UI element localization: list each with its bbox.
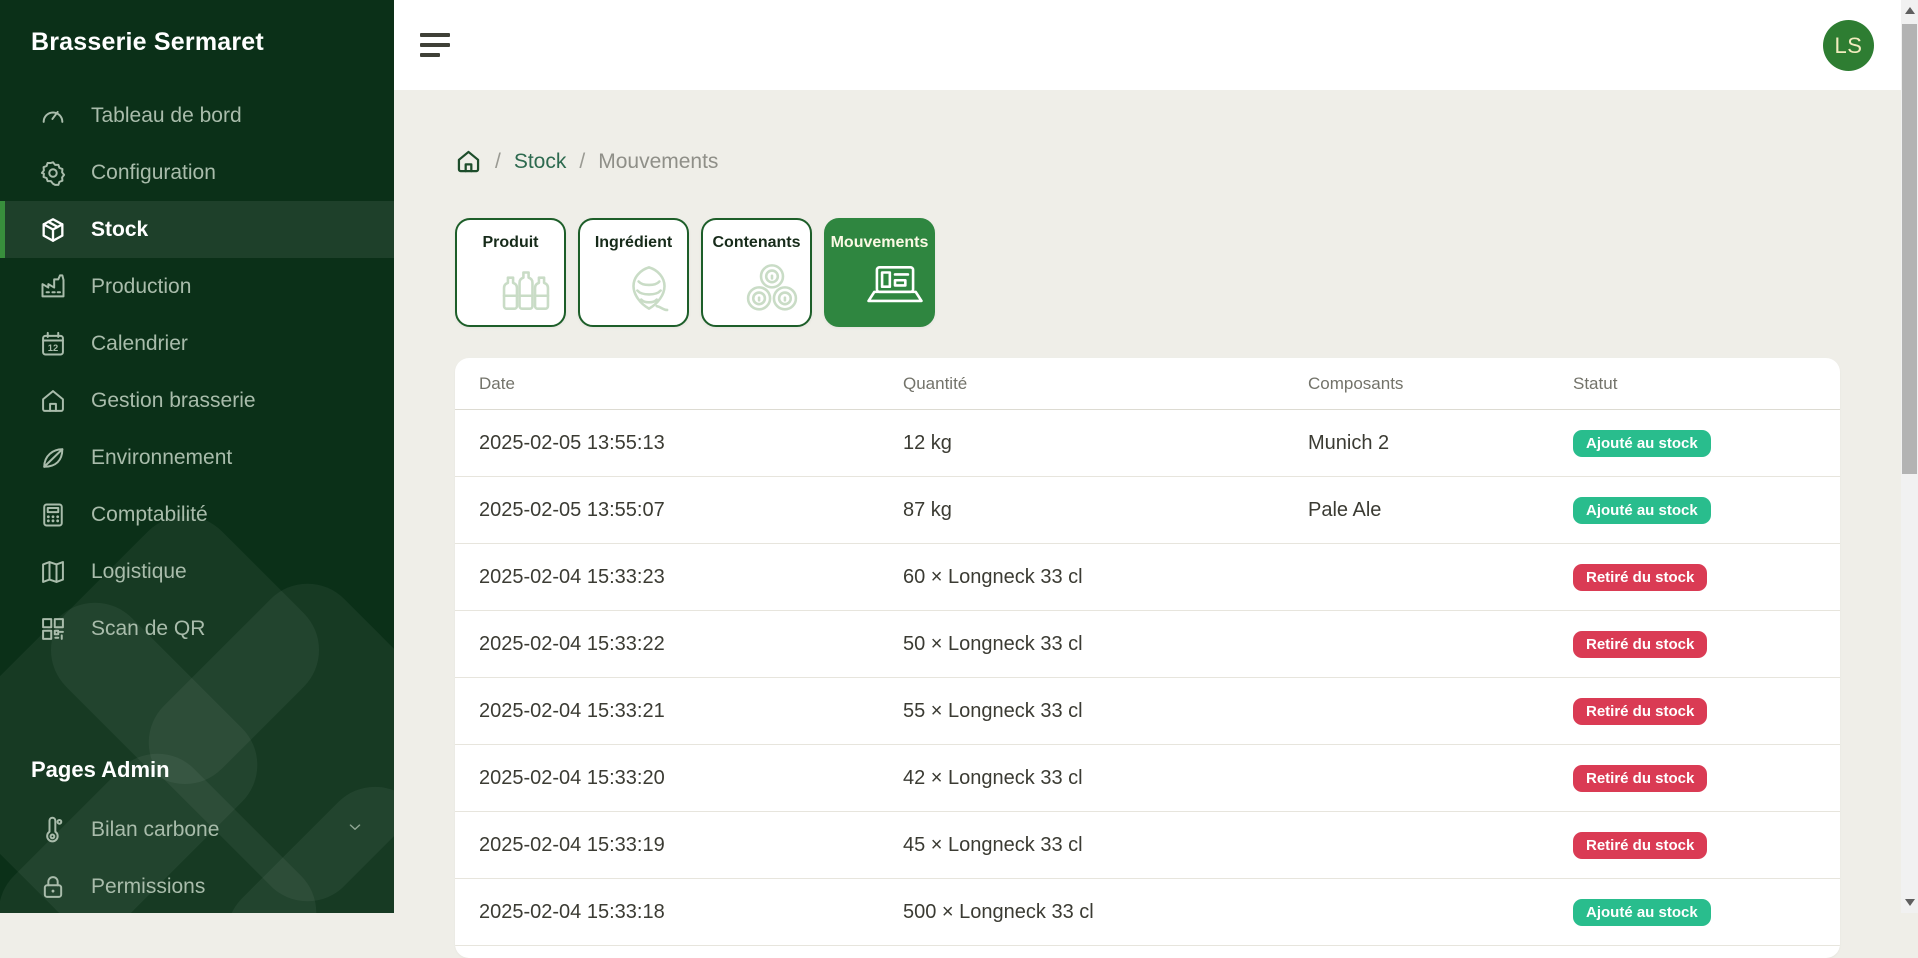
sidebar-item-tableau-de-bord[interactable]: Tableau de bord xyxy=(0,87,394,144)
calendar-icon: 12 xyxy=(38,329,68,359)
status-badge: Ajouté au stock xyxy=(1573,497,1711,524)
column-header: Quantité xyxy=(903,374,1308,394)
home-icon[interactable] xyxy=(455,148,482,175)
sidebar-item-stock[interactable]: Stock xyxy=(0,201,394,258)
table-header-row: DateQuantitéComposantsStatut xyxy=(455,358,1840,410)
scrollbar-thumb[interactable] xyxy=(1902,24,1917,474)
breadcrumb: / Stock / Mouvements xyxy=(455,148,718,175)
app-title: Brasserie Sermaret xyxy=(0,0,394,57)
cell-quantity: 50 × Longneck 33 cl xyxy=(903,633,1308,656)
bottles-icon xyxy=(495,257,557,319)
vertical-scrollbar[interactable] xyxy=(1901,0,1918,913)
thermometer-icon xyxy=(38,815,68,845)
sidebar-nav: Tableau de bordConfigurationStockProduct… xyxy=(0,87,394,657)
sidebar-item-comptabilite[interactable]: Comptabilité xyxy=(0,486,394,543)
hamburger-menu-icon[interactable] xyxy=(420,33,452,59)
table-row[interactable]: 2025-02-05 13:55:0787 kgPale AleAjouté a… xyxy=(455,477,1840,544)
home-icon xyxy=(38,386,68,416)
qr-icon xyxy=(38,614,68,644)
cell-date: 2025-02-04 15:33:21 xyxy=(479,700,903,723)
box-icon xyxy=(38,215,68,245)
tab-produit[interactable]: Produit xyxy=(455,218,566,327)
table-row[interactable]: 2025-02-04 15:33:2250 × Longneck 33 cl Re… xyxy=(455,611,1840,678)
sidebar-item-environnement[interactable]: Environnement xyxy=(0,429,394,486)
table-row[interactable]: 2025-02-04 15:33:1945 × Longneck 33 cl Re… xyxy=(455,812,1840,879)
status-badge: Ajouté au stock xyxy=(1573,899,1711,926)
breadcrumb-separator: / xyxy=(579,150,585,174)
cell-date: 2025-02-04 15:33:19 xyxy=(479,834,903,857)
status-badge: Retiré du stock xyxy=(1573,564,1707,591)
scroll-down-icon[interactable] xyxy=(1901,894,1918,911)
cell-quantity: 12 kg xyxy=(903,432,1308,455)
table-row[interactable]: 2025-02-04 15:33:2155 × Longneck 33 cl Re… xyxy=(455,678,1840,745)
sidebar-item-configuration[interactable]: Configuration xyxy=(0,144,394,201)
sidebar-item-calendrier[interactable]: 12Calendrier xyxy=(0,315,394,372)
status-badge: Ajouté au stock xyxy=(1573,430,1711,457)
lock-icon xyxy=(38,872,68,902)
breadcrumb-stock[interactable]: Stock xyxy=(514,150,567,174)
kegs-icon xyxy=(741,257,803,319)
main-content: / Stock / Mouvements ProduitIngrédientCo… xyxy=(394,90,1901,913)
gear-icon xyxy=(38,158,68,188)
cell-date: 2025-02-05 13:55:07 xyxy=(479,499,903,522)
tab-ingredient[interactable]: Ingrédient xyxy=(578,218,689,327)
cell-date: 2025-02-04 15:33:23 xyxy=(479,566,903,589)
cell-quantity: 60 × Longneck 33 cl xyxy=(903,566,1308,589)
stock-tabs: ProduitIngrédientContenantsMouvements xyxy=(455,218,935,327)
map-icon xyxy=(38,557,68,587)
status-badge: Retiré du stock xyxy=(1573,832,1707,859)
cell-date: 2025-02-05 13:55:13 xyxy=(479,432,903,455)
cell-date: 2025-02-04 15:33:18 xyxy=(479,901,903,924)
column-header: Date xyxy=(479,374,903,394)
table-row[interactable]: 2025-02-05 13:55:1312 kgMunich 2Ajouté a… xyxy=(455,410,1840,477)
factory-icon xyxy=(38,272,68,302)
sidebar-item-permissions[interactable]: Permissions xyxy=(0,858,394,913)
scroll-up-icon[interactable] xyxy=(1901,2,1918,19)
avatar[interactable]: LS xyxy=(1823,20,1874,71)
dashboard-icon xyxy=(38,101,68,131)
cell-component: Pale Ale xyxy=(1308,499,1573,522)
chevron-down-icon xyxy=(346,818,364,841)
sidebar-admin-nav: Bilan carbonePermissions xyxy=(0,801,394,913)
svg-text:12: 12 xyxy=(48,343,58,353)
laptop-icon xyxy=(864,257,926,319)
sidebar-item-bilan-carbone[interactable]: Bilan carbone xyxy=(0,801,394,858)
column-header: Statut xyxy=(1573,374,1816,394)
tab-mouvements[interactable]: Mouvements xyxy=(824,218,935,327)
hop-icon xyxy=(618,257,680,319)
sidebar-item-scan-de-qr[interactable]: Scan de QR xyxy=(0,600,394,657)
table-row[interactable]: 2025-02-04 15:33:2360 × Longneck 33 cl Re… xyxy=(455,544,1840,611)
cell-quantity: 45 × Longneck 33 cl xyxy=(903,834,1308,857)
sidebar-item-logistique[interactable]: Logistique xyxy=(0,543,394,600)
sidebar-item-production[interactable]: Production xyxy=(0,258,394,315)
leaf-icon xyxy=(38,443,68,473)
table-body: 2025-02-05 13:55:1312 kgMunich 2Ajouté a… xyxy=(455,410,1840,946)
status-badge: Retiré du stock xyxy=(1573,698,1707,725)
cell-quantity: 55 × Longneck 33 cl xyxy=(903,700,1308,723)
cell-date: 2025-02-04 15:33:20 xyxy=(479,767,903,790)
movements-table: DateQuantitéComposantsStatut 2025-02-05 … xyxy=(455,358,1840,958)
cell-date: 2025-02-04 15:33:22 xyxy=(479,633,903,656)
cell-quantity: 42 × Longneck 33 cl xyxy=(903,767,1308,790)
sidebar: Brasserie Sermaret Tableau de bordConfig… xyxy=(0,0,394,913)
admin-section-title: Pages Admin xyxy=(0,757,394,783)
breadcrumb-separator: / xyxy=(495,150,501,174)
topbar: LS xyxy=(394,0,1901,90)
calculator-icon xyxy=(38,500,68,530)
breadcrumb-mouvements: Mouvements xyxy=(598,150,718,174)
cell-component: Munich 2 xyxy=(1308,432,1573,455)
status-badge: Retiré du stock xyxy=(1573,765,1707,792)
status-badge: Retiré du stock xyxy=(1573,631,1707,658)
sidebar-item-gestion-brasserie[interactable]: Gestion brasserie xyxy=(0,372,394,429)
column-header: Composants xyxy=(1308,374,1573,394)
cell-quantity: 87 kg xyxy=(903,499,1308,522)
tab-contenants[interactable]: Contenants xyxy=(701,218,812,327)
cell-quantity: 500 × Longneck 33 cl xyxy=(903,901,1308,924)
table-row[interactable]: 2025-02-04 15:33:2042 × Longneck 33 cl Re… xyxy=(455,745,1840,812)
